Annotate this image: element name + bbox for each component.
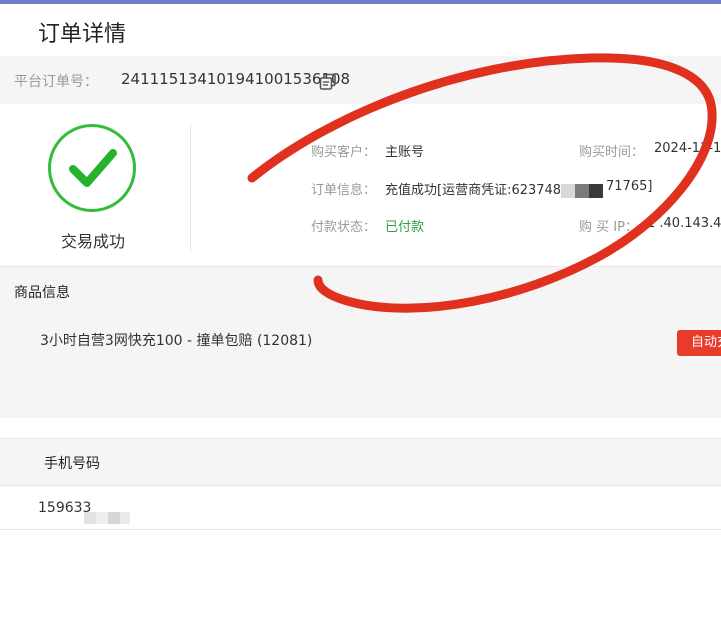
- phone-section-header: 手机号码: [0, 438, 721, 486]
- purchase-ip-label: 购 买 IP：: [579, 220, 638, 235]
- order-info-label: 订单信息：: [311, 183, 377, 198]
- customer-label: 购买客户：: [311, 145, 377, 160]
- header: 订单详情: [0, 4, 721, 56]
- order-id-value: 241115134101941001536108: [121, 70, 351, 88]
- goods-section-body: 3小时自营3网快充100 - 撞单包赔 (12081) 自动充: [0, 312, 721, 418]
- order-id-row: 平台订单号： 241115134101941001536108: [0, 56, 721, 104]
- redaction-mosaic: [561, 184, 603, 198]
- goods-section-title: 商品信息: [14, 285, 70, 301]
- order-id-label: 平台订单号：: [14, 74, 98, 90]
- goods-section-header: 商品信息: [0, 266, 721, 313]
- copy-icon[interactable]: [319, 73, 337, 91]
- section-gap: [0, 418, 721, 438]
- status-area: 交易成功 购买客户： 主账号 购买时间： 2024-11-1 订单信息： 充值成…: [0, 104, 721, 266]
- status-text: 交易成功: [61, 232, 126, 251]
- purchase-ip-value: 1 .40.143.4: [647, 216, 721, 231]
- order-info-value-suffix: 71765]: [606, 179, 653, 194]
- divider: [190, 124, 191, 252]
- auto-recharge-badge[interactable]: 自动充: [677, 330, 721, 356]
- payment-status-label: 付款状态：: [311, 220, 377, 235]
- purchase-time-label: 购买时间：: [579, 145, 645, 160]
- page-title: 订单详情: [38, 22, 127, 47]
- purchase-time-value: 2024-11-1: [654, 141, 721, 156]
- goods-name: 3小时自营3网快充100 - 撞单包赔 (12081): [40, 333, 313, 349]
- order-info-value-prefix: 充值成功[运营商凭证:623748: [385, 183, 562, 198]
- customer-value: 主账号: [385, 145, 425, 160]
- payment-status-value: 已付款: [385, 220, 425, 235]
- redaction-blur: [84, 512, 130, 524]
- success-check-circle: [48, 124, 136, 212]
- checkmark-icon: [69, 149, 117, 187]
- phone-section-title: 手机号码: [44, 456, 100, 472]
